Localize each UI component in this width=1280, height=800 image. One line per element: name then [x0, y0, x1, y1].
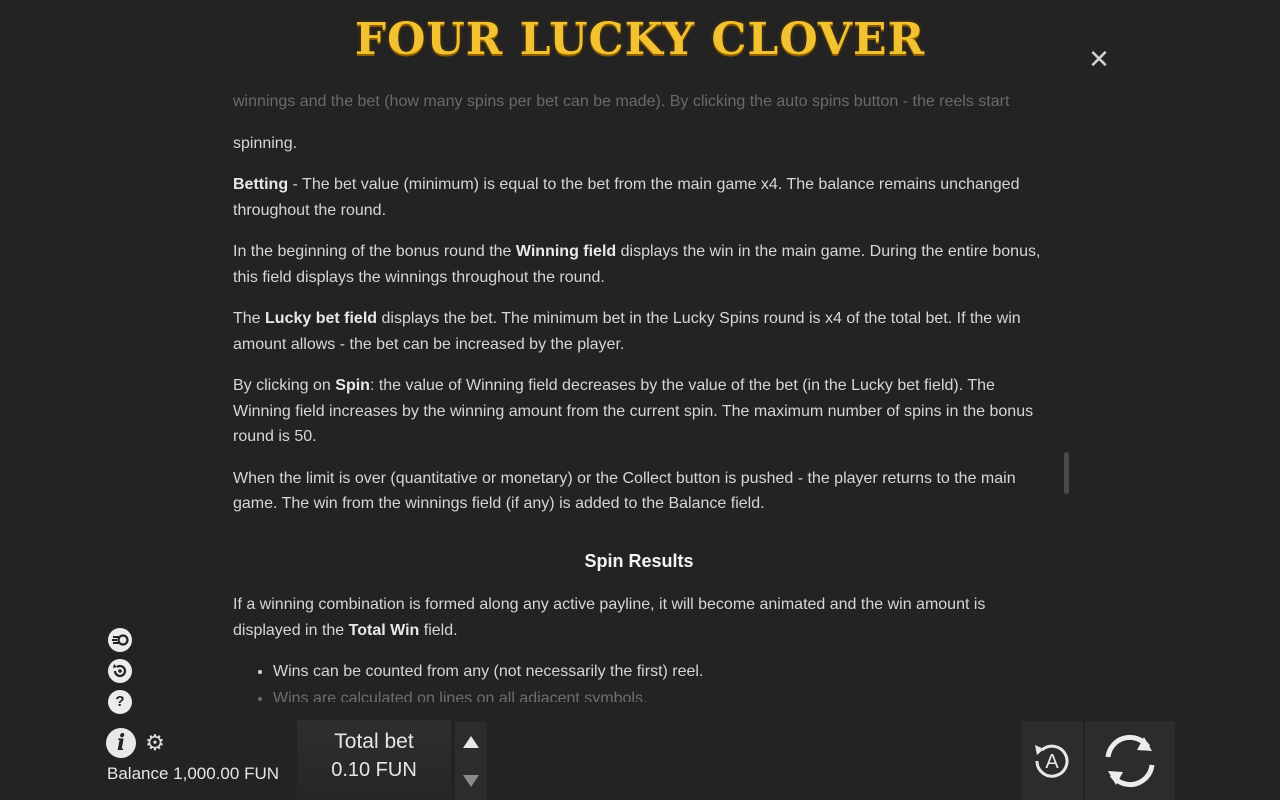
- autoplay-label: A: [1045, 751, 1059, 773]
- autoplay-icon: A: [1035, 744, 1069, 778]
- arrow-up-icon: [463, 735, 479, 748]
- betting-paragraph: Betting - The bet value (minimum) is equ…: [233, 172, 1045, 223]
- balance-display: Balance 1,000.00 FUN: [107, 764, 279, 784]
- spin-bold: Spin: [335, 377, 370, 394]
- side-toolbar: ?: [108, 628, 134, 721]
- rules-fragment: winnings and the bet (how many spins per…: [233, 92, 1045, 115]
- turbo-icon[interactable]: [108, 628, 132, 652]
- rules-content[interactable]: winnings and the bet (how many spins per…: [233, 92, 1045, 702]
- gear-icon[interactable]: ⚙: [144, 732, 166, 754]
- results-paragraph: If a winning combination is formed along…: [233, 592, 1045, 643]
- bet-increase-button[interactable]: [455, 722, 487, 761]
- section-title-spin-results: Spin Results: [584, 550, 694, 571]
- spin-paragraph: By clicking on Spin: the value of Winnin…: [233, 373, 1045, 450]
- arrow-down-icon: [463, 774, 479, 787]
- bet-decrease-button[interactable]: [455, 761, 487, 800]
- close-icon[interactable]: ✕: [1086, 46, 1112, 72]
- lucky-bet-bold: Lucky bet field: [265, 310, 378, 327]
- scrollbar-thumb[interactable]: [1064, 452, 1069, 494]
- limit-paragraph: When the limit is over (quantitative or …: [233, 469, 1016, 513]
- list-item: Wins are calculated on lines on all adja…: [273, 686, 1045, 703]
- fragment-text: winnings and the bet (how many spins per…: [233, 93, 1010, 110]
- bet-stepper: [455, 722, 487, 800]
- spin-button[interactable]: [1085, 721, 1175, 800]
- rules-fragment-tail: spinning.: [233, 134, 298, 152]
- results-bold: Total Win: [348, 621, 420, 639]
- lucky-bet-paragraph: The Lucky bet field displays the bet. Th…: [233, 306, 1045, 357]
- total-bet-label: Total bet: [334, 730, 414, 753]
- autoplay-button[interactable]: A: [1021, 721, 1083, 800]
- autoplay-icon[interactable]: [108, 659, 132, 683]
- winning-field-paragraph: In the beginning of the bonus round the …: [233, 239, 1045, 290]
- results-list: Wins can be counted from any (not necess…: [233, 659, 1045, 702]
- help-icon[interactable]: ?: [108, 690, 132, 714]
- balance-label: Balance: [107, 764, 169, 783]
- results-pre: If a winning combination is formed along…: [233, 596, 986, 639]
- betting-title: Betting: [233, 176, 289, 193]
- betting-text: - The bet value (minimum) is equal to th…: [233, 176, 1020, 219]
- spin-pre: By clicking on: [233, 377, 336, 394]
- info-icon[interactable]: i: [106, 728, 136, 758]
- total-bet-value: 0.10 FUN: [331, 759, 417, 781]
- lucky-bet-pre: The: [233, 310, 266, 327]
- total-bet-panel: Total bet 0.10 FUN: [297, 720, 451, 800]
- balance-value: 1,000.00 FUN: [173, 764, 280, 783]
- winning-field-pre: In the beginning of the bonus round the: [233, 243, 516, 260]
- results-post: field.: [419, 621, 458, 639]
- winning-field-bold: Winning field: [515, 243, 617, 260]
- spin-icon: [1105, 734, 1155, 787]
- list-item: Wins can be counted from any (not necess…: [273, 659, 1045, 685]
